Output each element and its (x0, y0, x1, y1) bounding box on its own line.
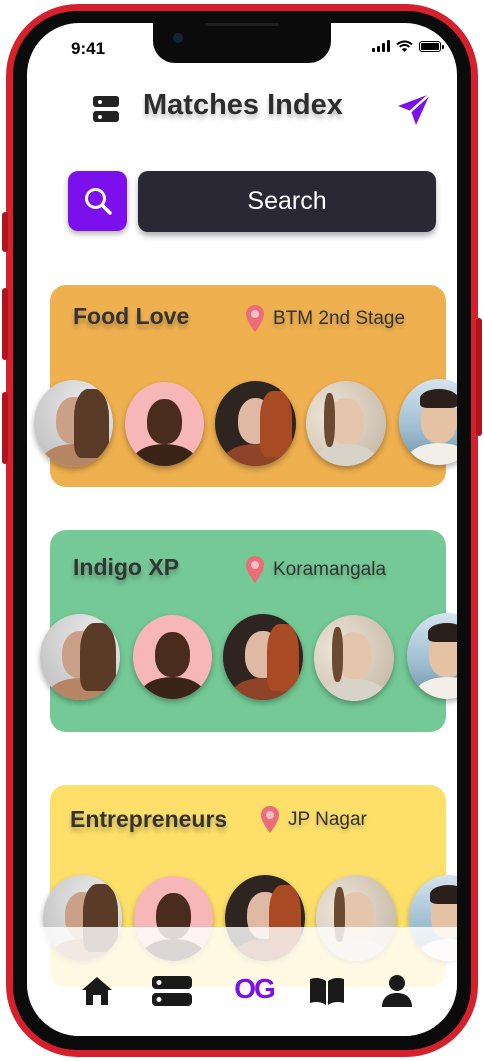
location-label: JP Nagar (288, 809, 367, 830)
search-icon (84, 188, 112, 215)
member-avatar[interactable] (40, 614, 120, 700)
home-icon (82, 977, 112, 1005)
phone-side-button (2, 212, 8, 252)
nav-og[interactable]: OG (219, 971, 289, 1007)
member-avatar[interactable] (133, 615, 212, 699)
member-avatar[interactable] (34, 380, 113, 467)
search-button[interactable] (68, 171, 127, 231)
wifi-icon (396, 40, 413, 52)
phone-side-button (2, 288, 8, 360)
nav-home[interactable] (77, 973, 117, 1009)
cellular-signal-icon (372, 40, 390, 52)
status-icons (372, 40, 444, 52)
location-pin-icon (261, 806, 279, 833)
phone-side-button (476, 318, 482, 436)
location-label: Koramangala (273, 559, 387, 580)
card-location: Koramangala (245, 555, 386, 585)
nav-profile[interactable] (377, 973, 417, 1009)
nav-book[interactable] (305, 973, 349, 1009)
server-stack-icon (152, 976, 192, 1006)
card-location: BTM 2nd Stage (245, 304, 405, 334)
paper-plane-icon[interactable] (395, 91, 433, 129)
og-logo-icon: OG (234, 973, 276, 1004)
member-avatar[interactable] (215, 381, 296, 466)
screen: 9:41 Matches Index Search Food Love BTM … (27, 23, 457, 1036)
member-avatar[interactable] (314, 615, 394, 701)
battery-icon (419, 40, 444, 52)
nav-index[interactable] (149, 973, 195, 1009)
card-title: Food Love (73, 303, 190, 329)
card-title: Indigo XP (73, 554, 180, 580)
member-avatar[interactable] (223, 614, 303, 700)
location-label: BTM 2nd Stage (273, 308, 406, 329)
notch (153, 23, 331, 63)
server-stack-icon[interactable] (93, 96, 119, 122)
search-field[interactable]: Search (138, 171, 436, 232)
member-avatar[interactable] (306, 381, 386, 466)
status-time: 9:41 (71, 39, 106, 58)
card-location: JP Nagar (260, 805, 367, 835)
card-title: Entrepreneurs (70, 806, 228, 832)
location-pin-icon (246, 305, 264, 332)
member-avatar[interactable] (125, 382, 204, 466)
phone-side-button (2, 392, 8, 464)
book-icon (310, 977, 344, 1005)
location-pin-icon (246, 556, 264, 583)
user-icon (382, 975, 412, 1007)
page-title: Matches Index (143, 89, 343, 121)
bottom-nav: OG (27, 927, 457, 1036)
